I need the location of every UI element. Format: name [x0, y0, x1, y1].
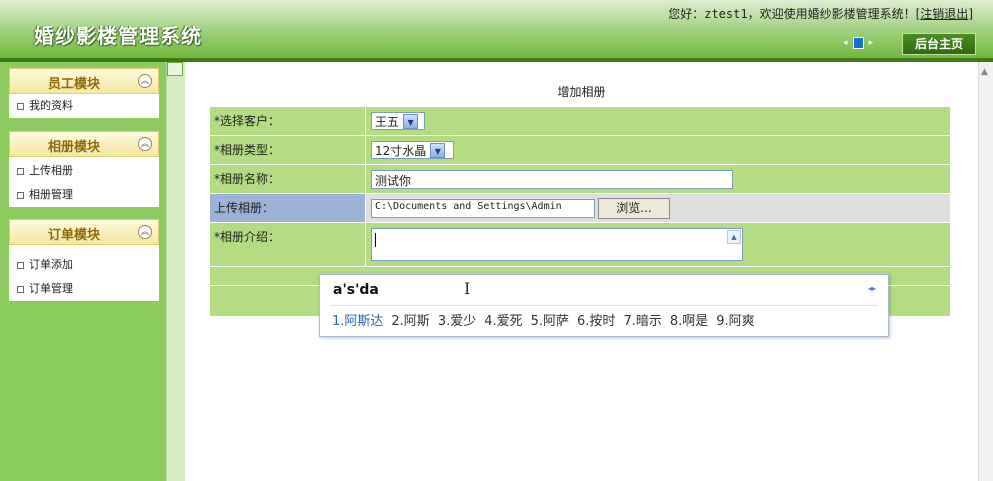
scroll-up-arrow-icon[interactable]: ▲: [981, 67, 988, 77]
sidebar-item-label: 我的资料: [29, 99, 73, 112]
bullet-icon: [17, 285, 24, 293]
browse-button[interactable]: 浏览...: [598, 198, 670, 219]
module-title: 订单模块: [47, 228, 100, 243]
upload-label: 上传相册：: [210, 194, 365, 222]
scroll-up-icon[interactable]: ▲: [727, 230, 741, 244]
sidebar-item-my-profile[interactable]: 我的资料: [9, 94, 159, 118]
customer-select[interactable]: 王五 ▼: [371, 112, 425, 130]
greeting-text: 您好：ztest1，欢迎使用婚纱影楼管理系统！[注销退出]: [668, 7, 973, 21]
ime-candidate-window: a's'da I ◂▸ 1.阿斯达 2.阿斯 3.爱少 4.爱死 5.阿萨 6.…: [319, 274, 889, 337]
ime-candidate[interactable]: 5.阿萨: [531, 310, 569, 329]
module-employee: 员工模块 ︽ 我的资料: [9, 68, 159, 118]
sidebar-item-label: 相册管理: [29, 188, 73, 201]
album-name-cell: 测试你: [365, 165, 950, 193]
intro-textarea[interactable]: ▲: [371, 228, 743, 261]
module-title: 员工模块: [47, 77, 100, 92]
sidebar-item-label: 订单管理: [29, 282, 73, 295]
logout-link[interactable]: 注销退出: [920, 7, 968, 21]
ime-candidate[interactable]: 2.阿斯: [391, 310, 429, 329]
customer-value: 王五: [375, 114, 400, 129]
greeting-suffix: ，欢迎使用婚纱影楼管理系统！: [747, 7, 916, 21]
chevron-down-icon[interactable]: ▼: [430, 142, 446, 158]
bullet-icon: [17, 191, 24, 199]
ime-candidate-list: 1.阿斯达 2.阿斯 3.爱少 4.爱死 5.阿萨 6.按时 7.暗示 8.啊是…: [332, 310, 755, 329]
module-album: 相册模块 ︽ 上传相册 相册管理: [9, 131, 159, 207]
row-customer: *选择客户： 王五 ▼: [210, 107, 950, 136]
collapse-icon[interactable]: ︽: [138, 74, 152, 88]
home-button[interactable]: 后台主页: [902, 33, 976, 55]
sidebar-item-album-manage[interactable]: 相册管理: [9, 183, 159, 207]
module-header-album[interactable]: 相册模块 ︽: [9, 131, 159, 157]
module-title: 相册模块: [47, 140, 100, 155]
upload-path-input[interactable]: C:\Documents and Settings\Admin: [371, 199, 595, 218]
ime-candidate[interactable]: 6.按时: [577, 310, 615, 329]
bullet-icon: [17, 261, 24, 269]
text-caret: [375, 233, 376, 247]
collapse-icon[interactable]: ︽: [138, 225, 152, 239]
sidebar-splitter[interactable]: [166, 62, 185, 481]
intro-cell: ▲: [365, 223, 950, 266]
ime-candidate[interactable]: 3.爱少: [438, 310, 476, 329]
main-content: 增加相册 *选择客户： 王五 ▼ *相册类型： 12寸水晶 ▼ *相册名称： 测…: [185, 62, 978, 481]
nav-right-arrow-icon[interactable]: ▸: [869, 38, 874, 48]
row-album-name: *相册名称： 测试你: [210, 165, 950, 194]
customer-cell: 王五 ▼: [365, 107, 950, 135]
album-name-label: *相册名称：: [214, 172, 281, 186]
nav-panel-icon[interactable]: [852, 37, 864, 49]
sidebar-item-label: 上传相册: [29, 164, 73, 177]
row-upload: 上传相册： C:\Documents and Settings\Admin 浏览…: [210, 194, 950, 223]
username: ztest1: [704, 7, 748, 21]
intro-label: *相册介绍：: [214, 230, 281, 244]
bullet-icon: [17, 167, 24, 175]
album-type-select[interactable]: 12寸水晶 ▼: [371, 141, 454, 159]
module-header-order[interactable]: 订单模块 ︽: [9, 219, 159, 245]
nav-left-arrow-icon[interactable]: ◂: [843, 38, 848, 48]
ime-page-arrows-icon[interactable]: ◂▸: [868, 284, 876, 293]
bullet-icon: [17, 102, 24, 110]
text-cursor-icon: I: [464, 279, 471, 298]
ime-divider: [330, 305, 878, 306]
customer-label: *选择客户：: [214, 114, 281, 128]
album-type-value: 12寸水晶: [375, 143, 427, 158]
app-title: 婚纱影楼管理系统: [34, 24, 202, 48]
ime-composition-text: a's'da: [333, 282, 379, 298]
upload-cell: C:\Documents and Settings\Admin 浏览...: [365, 194, 950, 222]
chevron-down-icon[interactable]: ▼: [403, 113, 419, 129]
ime-candidate[interactable]: 4.爱死: [484, 310, 522, 329]
ime-candidate[interactable]: 8.啊是: [670, 310, 708, 329]
ime-candidate[interactable]: 9.阿爽: [716, 310, 754, 329]
row-album-type: *相册类型： 12寸水晶 ▼: [210, 136, 950, 165]
module-order: 订单模块 ︽ 订单添加 订单管理: [9, 219, 159, 301]
row-intro: *相册介绍： ▲: [210, 223, 950, 267]
header-nav: ◂ ▸: [843, 37, 873, 49]
album-type-cell: 12寸水晶 ▼: [365, 136, 950, 164]
greeting-prefix: 您好：: [668, 7, 705, 21]
page-scrollbar[interactable]: [978, 62, 993, 481]
ime-candidate[interactable]: 1.阿斯达: [332, 310, 383, 329]
top-header: 婚纱影楼管理系统 您好：ztest1，欢迎使用婚纱影楼管理系统！[注销退出] ◂…: [0, 0, 993, 58]
sidebar-item-order-add[interactable]: 订单添加: [9, 253, 159, 277]
sidebar-item-label: 订单添加: [29, 258, 73, 271]
album-type-label: *相册类型：: [214, 143, 281, 157]
collapse-icon[interactable]: ︽: [138, 137, 152, 151]
sidebar-item-order-manage[interactable]: 订单管理: [9, 277, 159, 301]
sidebar-item-upload-album[interactable]: 上传相册: [9, 159, 159, 183]
sidebar-collapse-button[interactable]: [167, 62, 183, 76]
ime-candidate[interactable]: 7.暗示: [623, 310, 661, 329]
module-header-employee[interactable]: 员工模块 ︽: [9, 68, 159, 94]
album-name-input[interactable]: 测试你: [371, 170, 733, 189]
page-title: 增加相册: [557, 85, 606, 99]
